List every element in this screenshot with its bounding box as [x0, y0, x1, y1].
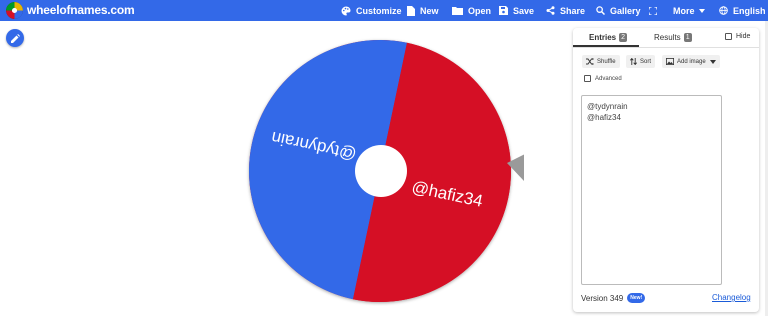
nav-more-button[interactable]: More — [673, 0, 710, 21]
shuffle-icon — [586, 58, 594, 65]
search-icon — [596, 6, 605, 15]
sort-label: Sort — [640, 58, 652, 65]
tab-entries[interactable]: Entries 2 — [589, 33, 628, 42]
wheel-logo-icon[interactable] — [6, 2, 23, 19]
advanced-label: Advanced — [595, 75, 622, 82]
nav-more-label: More — [673, 5, 695, 16]
folder-icon — [452, 7, 463, 15]
wheel-container: @tydynrain @hafiz34 — [244, 36, 525, 306]
nav-customize-button[interactable]: Customize — [341, 0, 402, 21]
nav-open-label: Open — [468, 5, 492, 16]
tab-entries-label: Entries — [589, 33, 617, 42]
globe-icon — [719, 6, 728, 15]
entries-panel: Entries 2 Results 1 Hide Shuffle Sort Ad… — [573, 28, 759, 312]
hide-toggle[interactable]: Hide — [725, 33, 750, 40]
nav-share-label: Share — [560, 5, 586, 16]
wheel-center-hub[interactable] — [355, 145, 407, 197]
nav-share-button[interactable]: Share — [546, 0, 585, 21]
image-icon — [666, 58, 674, 65]
nav-gallery-button[interactable]: Gallery — [596, 0, 641, 21]
add-image-button[interactable]: Add image — [662, 55, 720, 68]
shuffle-label: Shuffle — [597, 58, 616, 65]
palette-icon — [341, 6, 351, 15]
site-brand[interactable]: wheelofnames.com — [27, 3, 135, 17]
nav-save-button[interactable]: Save — [499, 0, 534, 21]
entry-line: @hafiz34 — [587, 113, 621, 122]
nav-gallery-label: Gallery — [610, 5, 641, 16]
entries-textarea[interactable]: @tydynrain @hafiz34 — [581, 95, 722, 285]
shuffle-button[interactable]: Shuffle — [582, 55, 620, 68]
sort-button[interactable]: Sort — [626, 55, 656, 68]
advanced-toggle[interactable]: Advanced — [584, 75, 622, 82]
hide-label: Hide — [736, 33, 751, 40]
file-icon — [407, 5, 415, 16]
tab-divider — [573, 47, 759, 48]
version-label: Version 349 — [581, 293, 624, 303]
version-info: Version 349 New! — [581, 293, 646, 303]
results-count-badge: 1 — [683, 33, 692, 42]
tab-results-label: Results — [654, 33, 681, 42]
changelog-link[interactable]: Changelog — [712, 293, 751, 302]
nav-language-label: English — [733, 5, 766, 16]
sort-icon — [630, 58, 637, 65]
nav-fullscreen-button[interactable] — [649, 0, 662, 21]
pencil-icon — [10, 33, 20, 43]
share-icon — [546, 6, 555, 15]
fullscreen-icon — [649, 6, 657, 15]
top-navigation-bar: wheelofnames.com Customize New Open Save… — [0, 0, 768, 21]
tab-results[interactable]: Results 1 — [654, 33, 692, 42]
new-badge: New! — [627, 293, 646, 303]
chevron-down-icon — [709, 59, 716, 64]
chevron-down-icon — [698, 8, 705, 13]
nav-language-button[interactable]: English — [719, 0, 766, 21]
edit-fab-button[interactable] — [6, 29, 24, 47]
add-image-label: Add image — [677, 58, 706, 65]
hide-checkbox[interactable] — [725, 33, 732, 40]
nav-customize-label: Customize — [356, 5, 402, 16]
entry-line: @tydynrain — [587, 102, 628, 111]
entries-count-badge: 2 — [619, 33, 628, 42]
advanced-checkbox[interactable] — [584, 75, 591, 82]
save-icon — [499, 6, 508, 15]
nav-new-label: New — [420, 5, 439, 16]
nav-save-label: Save — [513, 5, 535, 16]
nav-new-button[interactable]: New — [407, 0, 439, 21]
nav-open-button[interactable]: Open — [452, 0, 491, 21]
spinning-wheel[interactable]: @tydynrain @hafiz34 — [244, 36, 525, 306]
